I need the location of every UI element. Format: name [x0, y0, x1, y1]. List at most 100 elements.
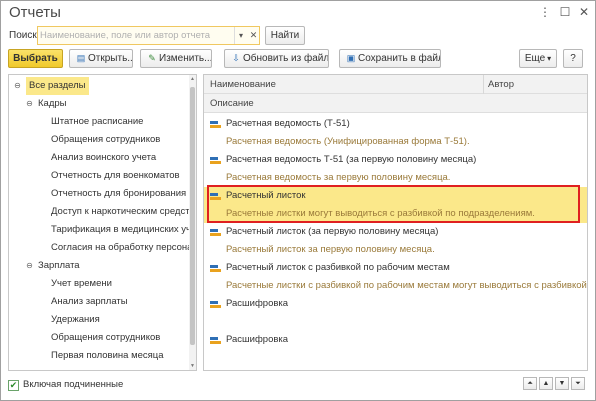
update-from-file-label: Обновить из файла...: [243, 53, 329, 64]
tree-item-label: Кадры: [38, 98, 67, 109]
tree-item[interactable]: Анализ воинского учета: [9, 149, 191, 167]
tree-item-label: Зарплата: [38, 260, 80, 271]
save-to-file-label: Сохранить в файл...: [358, 53, 440, 64]
search-box: ▾ ✕: [37, 26, 260, 45]
title-bar: Отчеты ⋮ ☐ ✕: [1, 1, 595, 25]
include-subordinate-label: Включая подчиненные: [23, 379, 124, 390]
tree-item-label: Анализ зарплаты: [51, 296, 128, 307]
update-from-file-button[interactable]: ⇩Обновить из файла...: [224, 49, 329, 68]
report-row[interactable]: Расчетная ведомость (Т-51) Расчетная ведо…: [204, 115, 587, 151]
toolbar: Выбрать ▤ Открыть... ✎ Изменить... ⇩ Обнови…: [1, 48, 595, 70]
column-description-header-row: Описание: [204, 94, 587, 113]
tree-item-label: Доступ к наркотическим средствам: [51, 206, 191, 217]
tree-item[interactable]: Штатное расписание: [9, 113, 191, 131]
tree-item[interactable]: ⊖ Кадры: [9, 95, 191, 113]
save-file-icon: ▣: [346, 53, 356, 63]
report-name: Расчетный листок с разбивкой по рабочим …: [226, 262, 450, 273]
move-first-icon[interactable]: ⏶: [523, 377, 537, 390]
report-row[interactable]: Регистр налогового учета по НДФЛ: [204, 367, 587, 371]
column-header-row: Наименование Автор: [204, 75, 587, 94]
save-to-file-button[interactable]: ▣Сохранить в файл...: [339, 49, 441, 68]
report-icon: [210, 229, 221, 236]
tree-item[interactable]: Тарификация в медицинских учреждениях: [9, 221, 191, 239]
open-report-icon: ▤: [76, 53, 86, 63]
tree-item[interactable]: Доступ к наркотическим средствам: [9, 203, 191, 221]
tree-item-label: Тарификация в медицинских учреждениях: [51, 224, 191, 235]
report-row[interactable]: Расшифровка: [204, 295, 587, 331]
report-name: Регистр налогового учета по НДФЛ: [226, 370, 381, 371]
tree-item-label: Обращения сотрудников: [51, 134, 161, 145]
tree-item[interactable]: ⊖ Зарплата: [9, 257, 191, 275]
pencil-icon: ✎: [148, 53, 156, 63]
tree-item[interactable]: Отчетность для военкоматов: [9, 167, 191, 185]
report-icon: [210, 337, 221, 344]
edit-button[interactable]: ✎ Изменить...: [140, 49, 212, 68]
move-last-icon[interactable]: ⏷: [571, 377, 585, 390]
search-dropdown-icon[interactable]: ▾: [234, 27, 247, 44]
report-name: Расчетный листок (за первую половину мес…: [226, 226, 439, 237]
tree-item-label: Анализ воинского учета: [51, 152, 157, 163]
report-row[interactable]: Расчетный листок с разбивкой по рабочим …: [204, 259, 587, 295]
tree-item-label: Согласия на обработку персональных данны…: [51, 242, 191, 253]
scroll-down-arrow-icon[interactable]: ▼: [189, 362, 196, 370]
help-button[interactable]: ?: [563, 49, 583, 68]
report-icon: [210, 121, 221, 128]
report-row[interactable]: Расчетная ведомость Т-51 (за первую поло…: [204, 151, 587, 187]
more-button[interactable]: Еще ▾: [519, 49, 557, 68]
report-name: Расшифровка: [226, 334, 289, 345]
tree-item-label: Отчетность для бронирования: [51, 188, 187, 199]
tree-item[interactable]: Обращения сотрудников: [9, 131, 191, 149]
collapse-toggle-icon[interactable]: ⊖: [25, 99, 34, 108]
scroll-up-arrow-icon[interactable]: ▲: [189, 75, 196, 83]
report-icon: [210, 157, 221, 164]
close-icon[interactable]: ✕: [577, 5, 591, 19]
load-file-icon: ⇩: [232, 53, 240, 63]
column-description-header[interactable]: Описание: [210, 94, 254, 113]
report-icon: [210, 301, 221, 308]
collapse-toggle-icon[interactable]: ⊖: [13, 81, 22, 90]
search-clear-icon[interactable]: ✕: [248, 27, 259, 44]
tree-item[interactable]: Первая половина месяца: [9, 347, 191, 365]
tree-item[interactable]: Согласия на обработку персональных данны…: [9, 239, 191, 257]
tree-item-label: Учет времени: [51, 278, 112, 289]
report-row[interactable]: Расшифровка: [204, 331, 587, 367]
search-label: Поиск:: [9, 30, 40, 41]
more-actions-icon[interactable]: ⋮: [538, 5, 552, 19]
tree-item[interactable]: ⊖ Все разделы: [9, 77, 191, 95]
column-name-header[interactable]: Наименование: [210, 75, 276, 94]
collapse-toggle-icon[interactable]: ⊖: [25, 261, 34, 270]
find-button[interactable]: Найти: [265, 26, 305, 45]
tree-item[interactable]: Анализ зарплаты: [9, 293, 191, 311]
tree-item[interactable]: Обращения сотрудников: [9, 329, 191, 347]
tree-item-label: Штатное расписание: [51, 116, 144, 127]
column-author-header[interactable]: Автор: [488, 75, 514, 94]
edit-button-label: Изменить...: [159, 53, 212, 64]
include-subordinate-checkbox[interactable]: ✔: [8, 380, 19, 391]
report-name: Расчетная ведомость Т-51 (за первую поло…: [226, 154, 477, 165]
tree-scroll-thumb[interactable]: [190, 87, 195, 345]
tree-item[interactable]: Удержания: [9, 311, 191, 329]
highlight-frame: [207, 185, 580, 223]
tree-item-label: Обращения сотрудников: [51, 332, 161, 343]
maximize-icon[interactable]: ☐: [558, 5, 572, 19]
tree-scrollbar[interactable]: ▲ ▼: [189, 75, 196, 370]
sections-tree: ⊖ Все разделы ⊖ Кадры Штатное расписание Обра…: [8, 74, 197, 371]
move-down-icon[interactable]: ▼: [555, 377, 569, 390]
tree-item-label: Первая половина месяца: [51, 350, 164, 361]
search-row: Поиск: ▾ ✕ Найти: [1, 25, 595, 47]
report-description: Расчетный листок за первую половину меся…: [226, 244, 435, 255]
chevron-down-icon: ▾: [547, 54, 552, 63]
report-description: Расчетные листки с разбивкой по рабочим …: [226, 280, 587, 291]
report-row[interactable]: Расчетный листок (за первую половину мес…: [204, 223, 587, 259]
reports-window: Отчеты ⋮ ☐ ✕ Поиск: ▾ ✕ Найти Выбрать ▤О…: [0, 0, 596, 401]
select-button[interactable]: Выбрать: [8, 49, 63, 68]
tree-item[interactable]: Отчетность для бронирования: [9, 185, 191, 203]
tree-item[interactable]: Учет времени: [9, 275, 191, 293]
report-description: Расчетная ведомость за первую половину м…: [226, 172, 451, 183]
column-separator: [483, 75, 484, 94]
open-button[interactable]: ▤ Открыть...: [69, 49, 133, 68]
search-input[interactable]: [40, 28, 232, 43]
open-button-label: Открыть...: [88, 53, 133, 64]
report-name: Расчетная ведомость (Т-51): [226, 118, 350, 129]
move-up-icon[interactable]: ▲: [539, 377, 553, 390]
